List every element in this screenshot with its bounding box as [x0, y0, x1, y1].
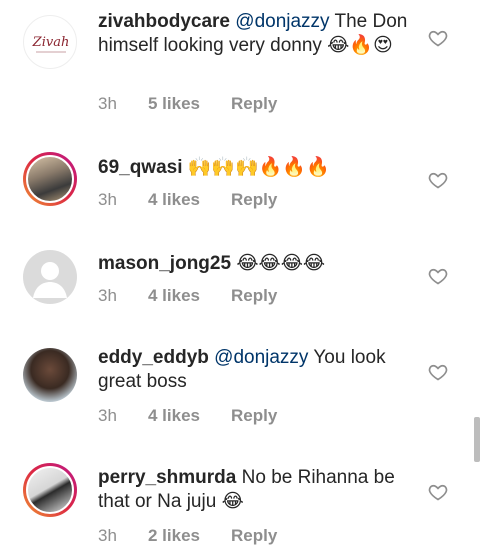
heart-outline-icon[interactable]: [428, 482, 448, 502]
heart-outline-icon[interactable]: [428, 362, 448, 382]
default-user-icon: [33, 262, 67, 298]
comment-username[interactable]: perry_shmurda: [98, 467, 236, 488]
comment-time: 3h: [98, 406, 117, 425]
zivah-logo-icon: Zivah: [32, 35, 70, 53]
comment-username[interactable]: 69_qwasi: [98, 157, 183, 178]
mention-link[interactable]: @donjazzy: [235, 11, 329, 32]
reply-button[interactable]: Reply: [231, 526, 277, 546]
reply-button[interactable]: Reply: [231, 190, 277, 210]
comment-time: 3h: [98, 94, 117, 113]
heart-outline-icon[interactable]: [428, 28, 448, 48]
heart-outline-icon[interactable]: [428, 266, 448, 286]
comment-text: 69_qwasi 🙌🙌🙌🔥🔥🔥: [98, 156, 418, 180]
likes-count[interactable]: 2 likes: [148, 526, 231, 546]
comment-meta: 3h 4 likes Reply: [98, 190, 277, 210]
comment-body: 🙌🙌🙌🔥🔥🔥: [182, 157, 330, 178]
comment-body: 😂😂😂😂: [231, 253, 326, 274]
comment-text: zivahbodycare @donjazzy The Don himself …: [98, 10, 418, 58]
reply-button[interactable]: Reply: [231, 286, 277, 306]
comment-meta: 3h 5 likes Reply: [98, 94, 277, 114]
comment-text: eddy_eddyb @donjazzy You look great boss: [98, 346, 418, 394]
likes-count[interactable]: 4 likes: [148, 286, 231, 306]
comment-meta: 3h 4 likes Reply: [98, 406, 277, 426]
comment-meta: 3h 4 likes Reply: [98, 286, 277, 306]
likes-count[interactable]: 5 likes: [148, 94, 231, 114]
likes-count[interactable]: 4 likes: [148, 406, 231, 426]
comment-time: 3h: [98, 190, 117, 209]
heart-outline-icon[interactable]: [428, 170, 448, 190]
svg-text:Zivah: Zivah: [32, 35, 70, 50]
comment-username[interactable]: mason_jong25: [98, 253, 231, 274]
scrollbar[interactable]: [474, 417, 480, 462]
comment-text: perry_shmurda No be Rihanna be that or N…: [98, 466, 418, 514]
likes-count[interactable]: 4 likes: [148, 190, 231, 210]
avatar[interactable]: Zivah: [23, 15, 77, 69]
comment-time: 3h: [98, 526, 117, 545]
avatar[interactable]: [23, 463, 77, 517]
comment-meta: 3h 2 likes Reply: [98, 526, 277, 546]
mention-link[interactable]: @donjazzy: [214, 347, 308, 368]
avatar[interactable]: [23, 348, 77, 402]
comment-text: mason_jong25 😂😂😂😂: [98, 252, 418, 276]
reply-button[interactable]: Reply: [231, 406, 277, 426]
comment-time: 3h: [98, 286, 117, 305]
comment-username[interactable]: zivahbodycare: [98, 11, 230, 32]
comment-username[interactable]: eddy_eddyb: [98, 347, 209, 368]
avatar[interactable]: [23, 152, 77, 206]
reply-button[interactable]: Reply: [231, 94, 277, 114]
avatar[interactable]: [23, 250, 77, 304]
